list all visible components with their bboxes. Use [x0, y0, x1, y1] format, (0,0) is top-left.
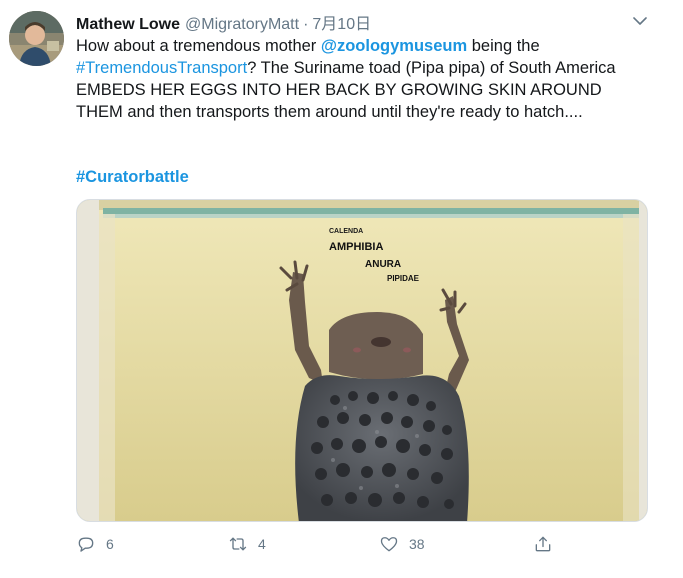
hashtag-link[interactable]: #Curatorbattle: [76, 166, 189, 188]
like-button[interactable]: 38: [379, 532, 425, 556]
specimen-label-partial: CALENDA: [329, 228, 363, 235]
specimen-label-family: PIPIDAE: [387, 274, 420, 283]
hashtag-link[interactable]: #TremendousTransport: [76, 59, 247, 77]
reply-icon: [78, 537, 94, 552]
heart-icon: [380, 537, 398, 552]
tweet-actions: 6 4 38: [76, 532, 576, 556]
chevron-down-icon[interactable]: [631, 12, 649, 30]
tweet-text: How about a tremendous mother @zoologymu…: [76, 35, 646, 123]
like-count: 38: [409, 536, 425, 552]
separator: ·: [303, 16, 309, 33]
avatar[interactable]: [9, 11, 64, 66]
author-handle[interactable]: @MigratoryMatt: [185, 16, 299, 34]
reply-count: 6: [106, 536, 114, 552]
specimen-label-order: ANURA: [365, 259, 401, 270]
author-name[interactable]: Mathew Lowe: [76, 16, 180, 34]
mention-link[interactable]: @zoologymuseum: [321, 37, 467, 55]
specimen-label-class: AMPHIBIA: [329, 241, 383, 253]
tweet-header: Mathew Lowe @MigratoryMatt · 7月10日: [76, 10, 371, 34]
share-button[interactable]: [533, 532, 553, 556]
retweet-button[interactable]: 4: [228, 532, 266, 556]
tweet-text-part: How about a tremendous mother: [76, 37, 321, 55]
reply-button[interactable]: 6: [76, 532, 114, 556]
tweet-image[interactable]: CALENDA AMPHIBIA ANURA PIPIDAE: [76, 199, 648, 522]
tweet-date[interactable]: 7月10日: [312, 10, 371, 34]
share-icon: [535, 536, 551, 552]
retweet-count: 4: [258, 536, 266, 552]
tweet-text-part: being the: [467, 37, 540, 55]
tweet[interactable]: Mathew Lowe @MigratoryMatt · 7月10日 How a…: [0, 0, 683, 578]
retweet-icon: [229, 537, 247, 551]
